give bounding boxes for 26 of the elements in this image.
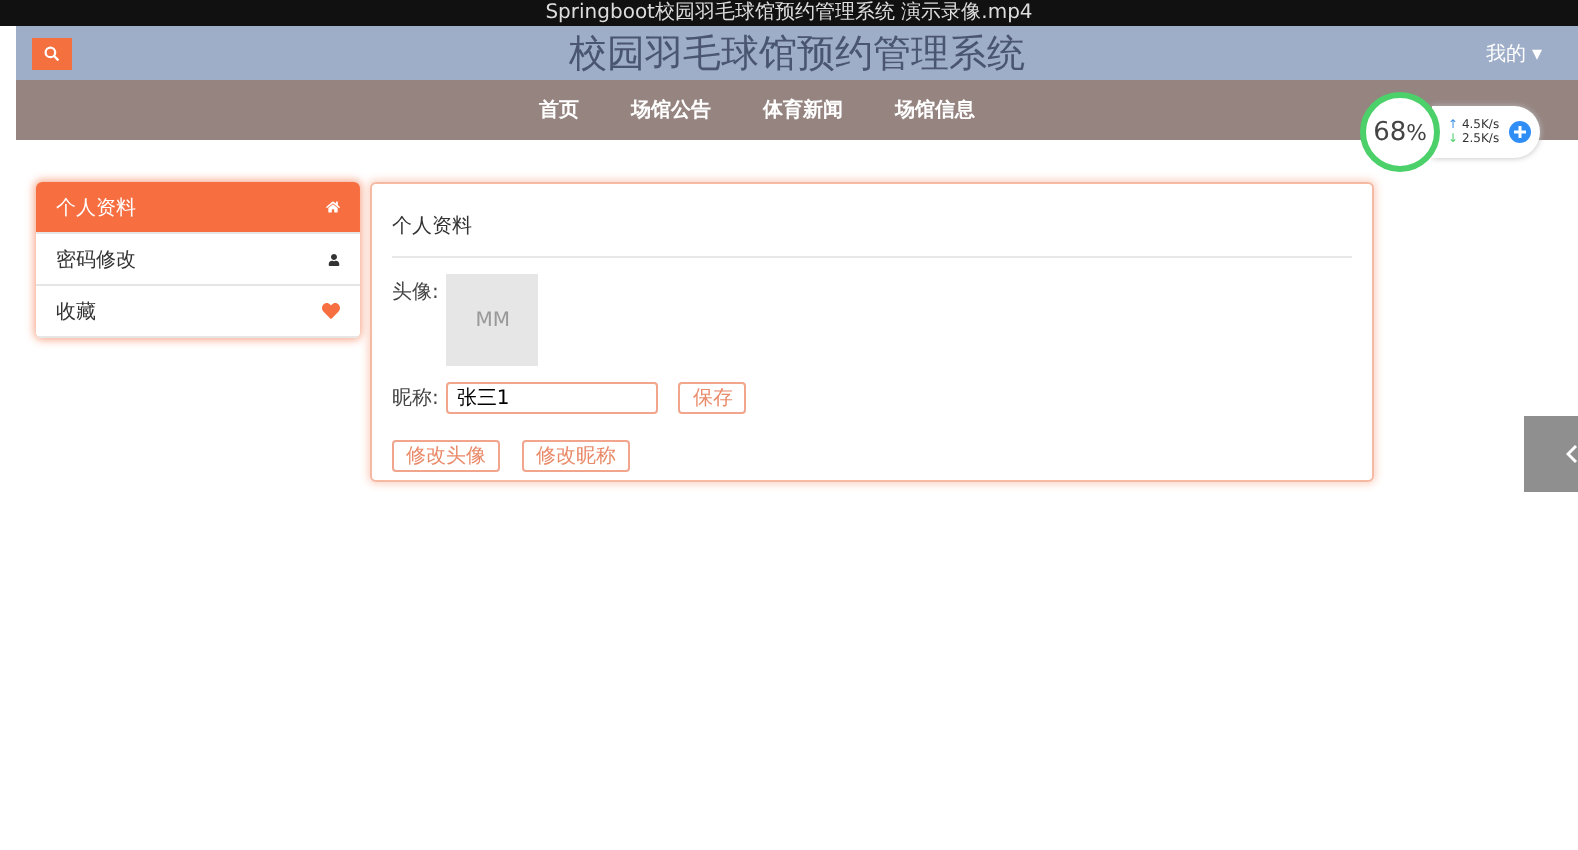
- sidebar-item[interactable]: 密码修改: [36, 234, 360, 286]
- edit-button[interactable]: 修改头像: [392, 440, 500, 472]
- home-icon: [326, 200, 340, 214]
- nav-link[interactable]: 首页: [539, 96, 579, 124]
- nickname-field[interactable]: 张三1: [446, 382, 659, 414]
- sidebar-item[interactable]: 收藏: [36, 286, 360, 338]
- chevron-left-icon: [1566, 444, 1578, 464]
- site-title: 校园羽毛球馆预约管理系统: [567, 29, 1027, 79]
- edit-button[interactable]: 修改昵称: [522, 440, 630, 472]
- search-button[interactable]: [32, 37, 72, 69]
- nickname-label: 昵称:: [392, 386, 439, 412]
- user-icon: [328, 253, 340, 265]
- avatar-initials: MM: [475, 309, 510, 331]
- nav-link[interactable]: 场馆公告: [631, 96, 711, 124]
- video-title: Springboot校园羽毛球馆预约管理系统 演示录像.mp4: [545, 0, 1033, 26]
- nav-link[interactable]: 体育新闻: [763, 96, 843, 124]
- sidebar-item[interactable]: 个人资料: [36, 182, 360, 234]
- nav-link[interactable]: 场馆信息: [895, 96, 975, 124]
- avatar-label: 头像:: [392, 279, 439, 306]
- save-button[interactable]: 保存: [678, 382, 747, 414]
- user-menu[interactable]: 我的 ▾: [1485, 39, 1542, 67]
- usage-percent: 68%: [1373, 117, 1427, 147]
- plus-icon: [1507, 120, 1532, 144]
- heart-icon: [322, 302, 340, 320]
- search-icon: [44, 45, 60, 61]
- card-title: 个人资料: [392, 184, 1352, 258]
